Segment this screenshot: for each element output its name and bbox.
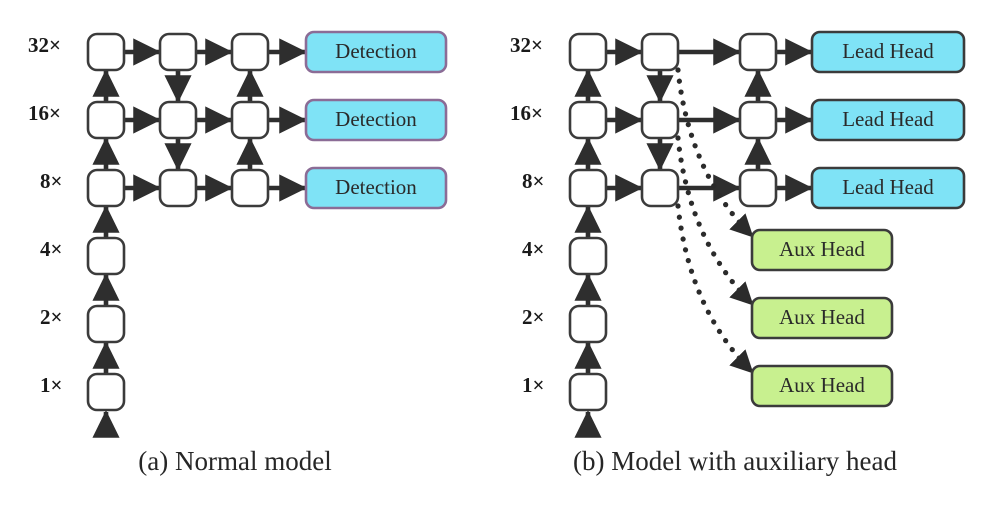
stage-node-backbone-4x[interactable] [86, 236, 126, 276]
stage-node-backbone-8x[interactable] [568, 168, 608, 208]
stage-node-backbone-16x[interactable] [568, 100, 608, 140]
stage-node-neck-bu-32x[interactable] [738, 32, 778, 72]
scale-label-4x: 4× [40, 237, 62, 261]
lead-head-8x-label: Lead Head [842, 175, 934, 199]
stage-node-backbone-32x[interactable] [86, 32, 126, 72]
stage-node-neck-bu-16x[interactable] [738, 100, 778, 140]
stage-node-backbone-1x[interactable] [86, 372, 126, 412]
stage-node-backbone-2x[interactable] [568, 304, 608, 344]
aux-head-3-label: Aux Head [779, 373, 865, 397]
figure-root: Detection Detection Detection 32× 16× 8× 4× 2× 1… [0, 0, 987, 517]
stage-node-neck-bu-8x[interactable] [230, 168, 270, 208]
scale-label-1x: 1× [40, 373, 62, 397]
caption-panel-a: (a) Normal model [138, 446, 331, 476]
scale-label-8x: 8× [40, 169, 62, 193]
scale-label-32x: 32× [28, 33, 61, 57]
scale-label-4x: 4× [522, 237, 544, 261]
lead-head-32x-label: Lead Head [842, 39, 934, 63]
lead-head-16x-label: Lead Head [842, 107, 934, 131]
stage-node-neck-bu-8x[interactable] [738, 168, 778, 208]
stage-node-backbone-8x[interactable] [86, 168, 126, 208]
stage-node-neck-td-16x[interactable] [640, 100, 680, 140]
stage-node-neck-td-16x[interactable] [158, 100, 198, 140]
stage-node-backbone-2x[interactable] [86, 304, 126, 344]
stage-node-neck-td-32x[interactable] [158, 32, 198, 72]
stage-node-neck-bu-16x[interactable] [230, 100, 270, 140]
scale-label-1x: 1× [522, 373, 544, 397]
stage-node-neck-bu-32x[interactable] [230, 32, 270, 72]
stage-node-backbone-4x[interactable] [568, 236, 608, 276]
scale-label-2x: 2× [40, 305, 62, 329]
aux-head-2-label: Aux Head [779, 305, 865, 329]
scale-label-32x: 32× [510, 33, 543, 57]
stage-node-neck-td-32x[interactable] [640, 32, 680, 72]
stage-node-backbone-1x[interactable] [568, 372, 608, 412]
detection-head-8x-label: Detection [335, 175, 417, 199]
scale-label-16x: 16× [28, 101, 61, 125]
stage-node-backbone-16x[interactable] [86, 100, 126, 140]
scale-label-8x: 8× [522, 169, 544, 193]
detection-head-32x-label: Detection [335, 39, 417, 63]
detection-head-16x-label: Detection [335, 107, 417, 131]
scale-label-16x: 16× [510, 101, 543, 125]
aux-head-1-label: Aux Head [779, 237, 865, 261]
stage-node-backbone-32x[interactable] [568, 32, 608, 72]
stage-node-neck-td-8x[interactable] [640, 168, 680, 208]
architecture-diagram: Detection Detection Detection 32× 16× 8× 4× 2× 1… [0, 0, 987, 517]
stage-node-neck-td-8x[interactable] [158, 168, 198, 208]
scale-label-2x: 2× [522, 305, 544, 329]
caption-panel-b: (b) Model with auxiliary head [573, 446, 897, 476]
